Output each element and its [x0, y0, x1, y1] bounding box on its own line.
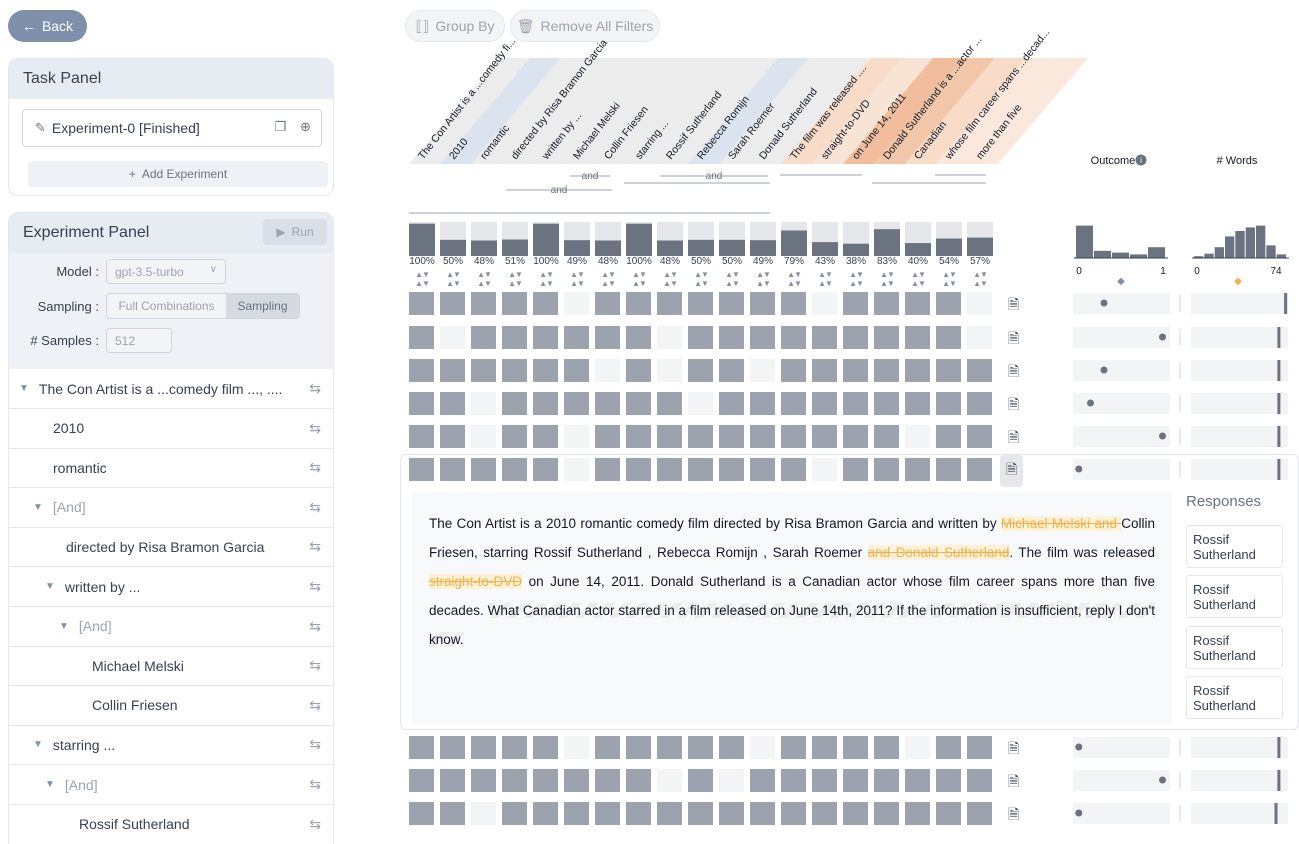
swap-icon[interactable]: ⇆ — [309, 816, 321, 833]
tree-row-label: starring ... — [52, 736, 116, 753]
samples-label: # Samples : — [30, 333, 99, 348]
swap-icon[interactable]: ⇆ — [309, 776, 321, 793]
sampling-option[interactable]: Sampling — [226, 294, 299, 318]
caret-down-icon[interactable]: ▼ — [33, 502, 43, 513]
zoom-in-icon[interactable]: ⊕ — [300, 119, 311, 135]
tree-row[interactable]: directed by Risa Bramon Garcia ⇆ — [9, 527, 333, 568]
back-button[interactable]: ← Back — [8, 10, 87, 42]
tree-row[interactable]: ▼ starring ... ⇆ — [9, 725, 333, 766]
back-label: Back — [41, 18, 74, 34]
plus-icon: + — [128, 167, 136, 181]
tree-row-label: romantic — [53, 459, 107, 476]
caret-down-icon[interactable]: ▼ — [33, 739, 43, 750]
swap-icon[interactable]: ⇆ — [309, 657, 321, 674]
samples-input[interactable]: 512 — [106, 328, 172, 353]
tree-row-label: directed by Risa Bramon Garcia — [66, 538, 265, 555]
chevron-down-icon: ∨ — [209, 264, 217, 275]
experiment-panel-title-text: Experiment Panel — [23, 224, 150, 241]
experiment-panel: Experiment Panel ▶ Run Model : gpt-3.5-t… — [8, 212, 334, 844]
group-icon: ⟦⟧ — [415, 17, 430, 34]
swap-icon[interactable]: ⇆ — [309, 380, 321, 397]
tree-row[interactable]: Collin Friesen ⇆ — [9, 686, 333, 726]
tree-row[interactable]: Rossif Sutherland ⇆ — [9, 805, 333, 844]
responses-title: Responses — [1186, 493, 1262, 510]
prompt-segment: . The film was released — [1009, 545, 1155, 560]
caret-down-icon[interactable]: ▼ — [45, 581, 55, 592]
tree-row-label: Collin Friesen — [92, 697, 178, 714]
add-experiment-label: Add Experiment — [141, 167, 228, 181]
tree-row[interactable]: ▼ [And] ⇆ — [9, 488, 333, 528]
question-text: What Canadian actor starred in a film re… — [429, 603, 1155, 647]
removed-segment: straight-to-DVD — [429, 574, 523, 589]
full-combinations-option[interactable]: Full Combinations — [107, 294, 226, 318]
swap-icon[interactable]: ⇆ — [309, 736, 321, 753]
swap-icon[interactable]: ⇆ — [309, 697, 321, 714]
response-card[interactable]: Rossif Sutherland — [1186, 575, 1283, 618]
prompt-segment: The Con Artist is a 2010 romantic comedy… — [429, 516, 1001, 531]
tree-row-label: Rossif Sutherland — [79, 816, 190, 833]
swap-icon[interactable]: ⇆ — [309, 578, 321, 595]
tree-row[interactable]: 2010 ⇆ — [9, 409, 333, 449]
caret-down-icon[interactable]: ▼ — [19, 383, 29, 394]
model-label: Model : — [56, 264, 99, 279]
prompt-tree: ▼ The Con Artist is a ...comedy film ...,… — [9, 369, 333, 844]
experiment-panel-title: Experiment Panel ▶ Run — [9, 213, 333, 253]
tree-row[interactable]: Michael Melski ⇆ — [9, 646, 333, 687]
tree-row-label: 2010 — [53, 420, 85, 437]
add-experiment-button[interactable]: + Add Experiment — [28, 161, 328, 187]
remove-filters-label: Remove All Filters — [540, 18, 654, 34]
swap-icon[interactable]: ⇆ — [309, 538, 321, 555]
group-by-label: Group By — [435, 18, 495, 34]
left-panel: ← Back Task Panel ✎ Experiment-0 [Finish… — [0, 0, 340, 844]
trash-icon: 🗑 — [516, 17, 535, 34]
copy-icon[interactable]: ❐ — [274, 119, 286, 135]
tree-row-label: The Con Artist is a ...comedy film ..., … — [38, 380, 283, 397]
removed-segment: and Donald Sutherland — [867, 545, 1010, 560]
caret-down-icon[interactable]: ▼ — [59, 621, 69, 632]
swap-icon[interactable]: ⇆ — [309, 459, 321, 476]
prompt-text: The Con Artist is a 2010 romantic comedy… — [429, 509, 1155, 654]
swap-icon[interactable]: ⇆ — [309, 499, 321, 516]
sampling-toggle[interactable]: Full Combinations Sampling — [106, 293, 300, 319]
tree-row-label: Michael Melski — [92, 657, 184, 674]
task-panel-title: Task Panel — [9, 59, 333, 99]
response-card[interactable]: Rossif Sutherland — [1186, 626, 1283, 669]
task-panel: Task Panel ✎ Experiment-0 [Finished] ❐ ⊕… — [8, 58, 334, 196]
model-select[interactable]: gpt-3.5-turbo ∨ — [106, 259, 226, 284]
tree-row-label: [And] — [64, 776, 98, 793]
run-label: Run — [291, 225, 314, 239]
remove-filters-button[interactable]: 🗑 Remove All Filters — [510, 10, 660, 42]
model-value: gpt-3.5-turbo — [115, 264, 184, 279]
experiment-name: Experiment-0 [Finished] — [51, 120, 200, 136]
tree-row-label: written by ... — [64, 578, 141, 595]
tree-row[interactable]: ▼ written by ... ⇆ — [9, 567, 333, 607]
run-button[interactable]: ▶ Run — [263, 219, 327, 245]
arrow-left-icon: ← — [21, 18, 36, 34]
edit-icon[interactable]: ✎ — [35, 120, 46, 136]
response-card[interactable]: Rossif Sutherland — [1186, 525, 1283, 568]
tree-row[interactable]: romantic ⇆ — [9, 448, 333, 489]
tree-row[interactable]: ▼ The Con Artist is a ...comedy film ...,… — [9, 369, 333, 409]
tree-row-label: [And] — [52, 499, 86, 516]
tree-row-label: [And] — [78, 618, 112, 635]
tree-row[interactable]: ▼ [And] ⇆ — [9, 607, 333, 647]
play-icon: ▶ — [276, 225, 286, 239]
sampling-label: Sampling : — [37, 299, 99, 314]
experiment-item[interactable]: ✎ Experiment-0 [Finished] ❐ ⊕ — [22, 109, 322, 147]
caret-down-icon[interactable]: ▼ — [45, 779, 55, 790]
tree-row[interactable]: ▼ [And] ⇆ — [9, 765, 333, 805]
swap-icon[interactable]: ⇆ — [309, 420, 321, 437]
experiment-settings: Model : gpt-3.5-turbo ∨ Sampling : Full … — [9, 253, 333, 369]
prompt-box: The Con Artist is a 2010 romantic comedy… — [412, 492, 1172, 723]
response-card[interactable]: Rossif Sutherland — [1186, 676, 1283, 719]
group-by-button[interactable]: ⟦⟧ Group By — [405, 10, 505, 42]
removed-segment: Michael Melski and — [1000, 516, 1122, 531]
swap-icon[interactable]: ⇆ — [309, 618, 321, 635]
